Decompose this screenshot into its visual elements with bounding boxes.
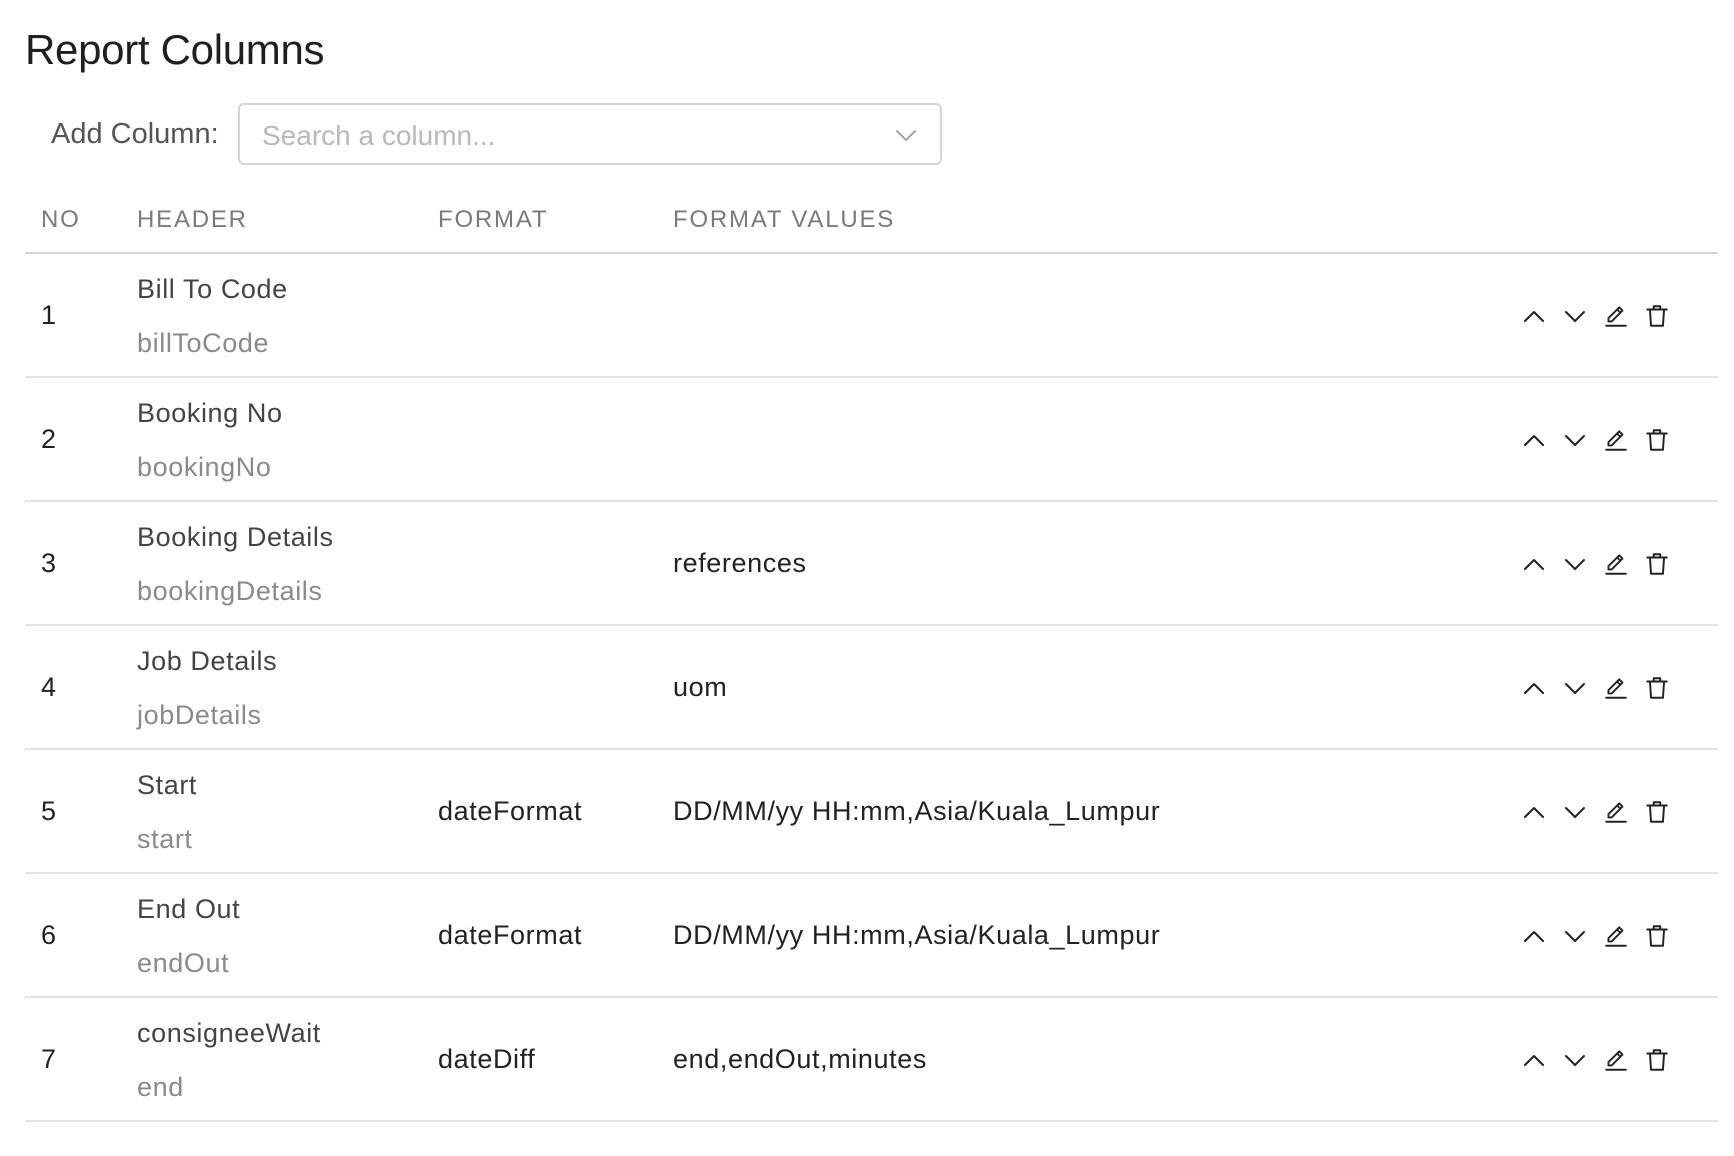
row-header-label: Booking Details <box>137 522 334 552</box>
trash-icon[interactable] <box>1642 549 1672 579</box>
row-format-values: references <box>673 548 807 578</box>
chevron-up-icon[interactable] <box>1519 1045 1549 1075</box>
row-actions <box>1519 548 1683 580</box>
trash-icon[interactable] <box>1642 425 1672 455</box>
chevron-up-icon[interactable] <box>1519 797 1549 827</box>
table-header: NO HEADER FORMAT FORMAT VALUES <box>25 196 1718 254</box>
row-field-key: bookingNo <box>137 452 272 482</box>
row-number: 6 <box>41 920 57 950</box>
chevron-up-icon[interactable] <box>1519 549 1549 579</box>
add-column-row: Add Column: Search a column... <box>51 102 942 166</box>
row-number: 2 <box>41 424 57 454</box>
pencil-icon[interactable] <box>1601 549 1631 579</box>
trash-icon[interactable] <box>1642 673 1672 703</box>
row-field-key: endOut <box>137 948 230 978</box>
pencil-icon[interactable] <box>1601 425 1631 455</box>
row-actions <box>1519 424 1683 456</box>
row-field-key: billToCode <box>137 328 270 358</box>
chevron-down-icon <box>894 123 918 147</box>
column-header-format: FORMAT <box>438 206 549 233</box>
pencil-icon[interactable] <box>1601 673 1631 703</box>
column-search-select[interactable]: Search a column... <box>238 103 942 165</box>
table-row: 2 Booking No bookingNo <box>25 378 1718 502</box>
row-number: 5 <box>41 796 57 826</box>
row-header-label: Start <box>137 770 198 800</box>
row-format: dateDiff <box>438 1044 536 1074</box>
pencil-icon[interactable] <box>1601 797 1631 827</box>
row-field-key: bookingDetails <box>137 576 323 606</box>
row-field-key: end <box>137 1072 184 1102</box>
row-format: dateFormat <box>438 796 583 826</box>
chevron-up-icon[interactable] <box>1519 921 1549 951</box>
row-number: 1 <box>41 300 57 330</box>
table-body: 1 Bill To Code billToCode 2 Booking No b… <box>25 254 1718 1122</box>
chevron-up-icon[interactable] <box>1519 673 1549 703</box>
add-column-label: Add Column: <box>51 117 219 150</box>
chevron-up-icon[interactable] <box>1519 301 1549 331</box>
row-actions <box>1519 300 1683 332</box>
row-number: 7 <box>41 1044 57 1074</box>
row-actions <box>1519 1044 1683 1076</box>
trash-icon[interactable] <box>1642 797 1672 827</box>
row-field-key: start <box>137 824 193 854</box>
column-header-format-values: FORMAT VALUES <box>673 206 896 233</box>
row-format-values: DD/MM/yy HH:mm,Asia/Kuala_Lumpur <box>673 920 1161 950</box>
row-header-label: End Out <box>137 894 241 924</box>
row-actions <box>1519 920 1683 952</box>
page-title: Report Columns <box>25 26 325 73</box>
chevron-down-icon[interactable] <box>1560 301 1590 331</box>
table-row: 1 Bill To Code billToCode <box>25 254 1718 378</box>
row-format-values: DD/MM/yy HH:mm,Asia/Kuala_Lumpur <box>673 796 1161 826</box>
row-field-key: jobDetails <box>137 700 262 730</box>
row-header-label: Job Details <box>137 646 278 676</box>
chevron-down-icon[interactable] <box>1560 425 1590 455</box>
column-header-no: NO <box>41 206 81 233</box>
trash-icon[interactable] <box>1642 301 1672 331</box>
row-header-label: Bill To Code <box>137 274 288 304</box>
row-format: dateFormat <box>438 920 583 950</box>
pencil-icon[interactable] <box>1601 921 1631 951</box>
trash-icon[interactable] <box>1642 1045 1672 1075</box>
row-format-values: uom <box>673 672 728 702</box>
row-number: 3 <box>41 548 57 578</box>
table-row: 3 Booking Details bookingDetails referen… <box>25 502 1718 626</box>
column-search-placeholder: Search a column... <box>262 120 496 151</box>
pencil-icon[interactable] <box>1601 1045 1631 1075</box>
chevron-down-icon[interactable] <box>1560 921 1590 951</box>
row-actions <box>1519 672 1683 704</box>
table-row: 4 Job Details jobDetails uom <box>25 626 1718 750</box>
table-row: 5 Start start dateFormat DD/MM/yy HH:mm,… <box>25 750 1718 874</box>
chevron-down-icon[interactable] <box>1560 549 1590 579</box>
trash-icon[interactable] <box>1642 921 1672 951</box>
table-row: 6 End Out endOut dateFormat DD/MM/yy HH:… <box>25 874 1718 998</box>
row-actions <box>1519 796 1683 828</box>
chevron-up-icon[interactable] <box>1519 425 1549 455</box>
chevron-down-icon[interactable] <box>1560 673 1590 703</box>
row-format-values: end,endOut,minutes <box>673 1044 927 1074</box>
chevron-down-icon[interactable] <box>1560 797 1590 827</box>
column-header-header: HEADER <box>137 206 248 233</box>
chevron-down-icon[interactable] <box>1560 1045 1590 1075</box>
row-number: 4 <box>41 672 57 702</box>
table-row: 7 consigneeWait end dateDiff end,endOut,… <box>25 998 1718 1122</box>
pencil-icon[interactable] <box>1601 301 1631 331</box>
row-header-label: consigneeWait <box>137 1018 321 1048</box>
row-header-label: Booking No <box>137 398 283 428</box>
